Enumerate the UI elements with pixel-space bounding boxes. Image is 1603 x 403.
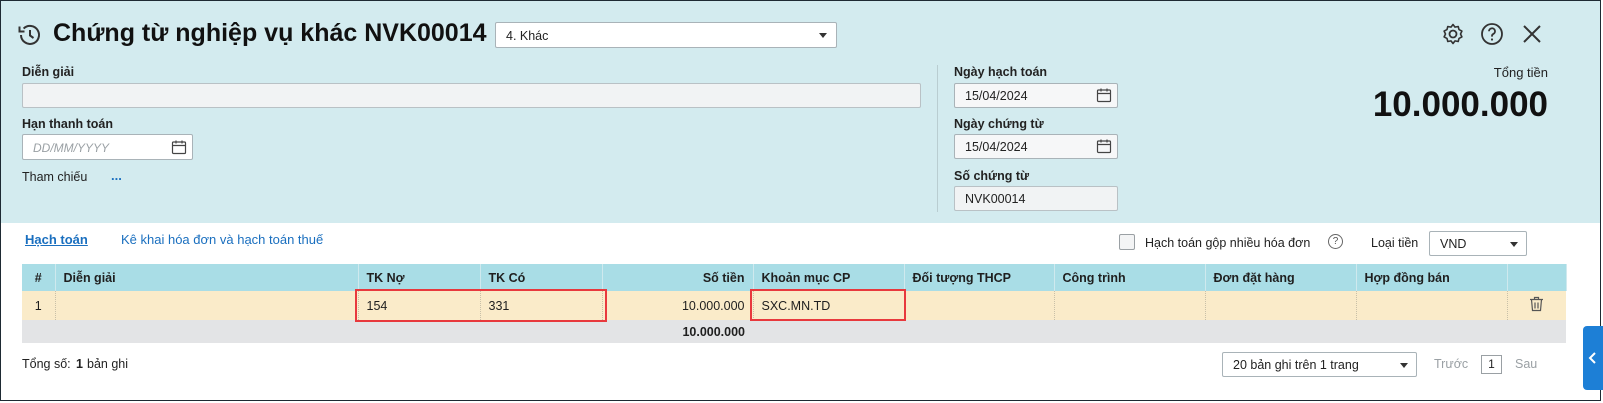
chevron-down-icon <box>1400 363 1408 368</box>
highlight-accounts <box>355 289 607 322</box>
total-records-suffix: bản ghi <box>87 357 129 371</box>
column-header: Diễn giải <box>55 264 359 291</box>
help-icon[interactable]: ? <box>1328 234 1343 249</box>
voucher-date-input[interactable]: 15/04/2024 <box>954 134 1118 159</box>
merge-invoices-checkbox[interactable] <box>1119 234 1135 250</box>
merge-invoices-label: Hạch toán gộp nhiều hóa đơn <box>1145 236 1311 250</box>
current-page[interactable]: 1 <box>1481 355 1502 374</box>
voucher-no-input[interactable]: NVK00014 <box>954 186 1118 211</box>
column-header: Hợp đồng bán <box>1356 264 1508 291</box>
voucher-type-select[interactable]: 4. Khác <box>495 22 837 48</box>
page-title: Chứng từ nghiệp vụ khác NVK00014 <box>53 19 487 47</box>
description-label: Diễn giải <box>22 65 75 79</box>
currency-label: Loại tiền <box>1371 236 1419 250</box>
posting-date-input[interactable]: 15/04/2024 <box>954 83 1118 108</box>
footer-total-amount: 10.000.000 <box>602 320 753 343</box>
column-header: Số tiền <box>602 264 754 291</box>
chevron-left-icon <box>1588 352 1598 367</box>
cell-order[interactable] <box>1205 291 1357 320</box>
trash-icon[interactable] <box>1529 296 1544 315</box>
voucher-no-label: Số chứng từ <box>954 169 1030 183</box>
column-header-actions <box>1507 264 1567 291</box>
column-header: Đơn đặt hàng <box>1205 264 1357 291</box>
cell-project[interactable] <box>1054 291 1206 320</box>
history-icon[interactable] <box>17 22 43 51</box>
column-header: Đối tượng THCP <box>904 264 1055 291</box>
table-footer-row: 10.000.000 <box>22 320 1566 343</box>
voucher-header: Chứng từ nghiệp vụ khác NVK00014 4. Khác… <box>1 1 1600 223</box>
chevron-down-icon <box>819 33 827 38</box>
column-header: # <box>22 264 56 291</box>
cell-description[interactable] <box>55 291 359 320</box>
column-header: Khoản mục CP <box>753 264 905 291</box>
cell-contract[interactable] <box>1356 291 1508 320</box>
due-date-input[interactable]: DD/MM/YYYY <box>22 134 193 160</box>
prev-page-button[interactable]: Trước <box>1434 357 1468 371</box>
column-header: TK Có <box>480 264 603 291</box>
calendar-icon[interactable] <box>1096 138 1112 157</box>
total-records-count: 1 <box>76 357 83 371</box>
total-records-prefix: Tổng số: <box>22 357 71 371</box>
collapse-side-panel-button[interactable] <box>1583 326 1603 390</box>
total-label: Tổng tiền <box>1493 65 1548 80</box>
delete-row-button[interactable] <box>1507 291 1566 320</box>
cell-amount[interactable]: 10.000.000 <box>602 291 754 320</box>
row-number: 1 <box>22 291 56 320</box>
close-icon[interactable] <box>1521 23 1543 48</box>
cell-cost-object[interactable] <box>904 291 1055 320</box>
due-date-placeholder: DD/MM/YYYY <box>33 141 110 155</box>
chevron-down-icon <box>1510 242 1518 247</box>
total-amount: 10.000.000 <box>1372 85 1548 124</box>
page-size-select[interactable]: 20 bản ghi trên 1 trang <box>1222 352 1417 377</box>
description-input[interactable] <box>22 83 921 108</box>
voucher-date-label: Ngày chứng từ <box>954 117 1044 131</box>
voucher-type-value: 4. Khác <box>506 29 549 43</box>
calendar-icon[interactable] <box>171 139 187 158</box>
gear-icon[interactable] <box>1441 22 1465 49</box>
table-header-row: # Diễn giải TK Nợ TK Có Số tiền Khoản mụ… <box>22 264 1567 291</box>
divider <box>937 65 938 212</box>
tab-accounting[interactable]: Hạch toán <box>25 232 88 247</box>
due-date-label: Hạn thanh toán <box>22 117 113 131</box>
column-header: TK Nợ <box>358 264 481 291</box>
calendar-icon[interactable] <box>1096 87 1112 106</box>
help-icon[interactable] <box>1480 22 1504 49</box>
posting-date-label: Ngày hạch toán <box>954 65 1048 79</box>
reference-label: Tham chiếu <box>22 170 88 184</box>
reference-more-button[interactable]: ... <box>111 168 122 183</box>
currency-select[interactable]: VND <box>1429 231 1527 256</box>
tab-invoice-tax[interactable]: Kê khai hóa đơn và hạch toán thuế <box>121 232 323 247</box>
column-header: Công trình <box>1054 264 1206 291</box>
highlight-cost-item <box>750 289 906 321</box>
next-page-button[interactable]: Sau <box>1515 357 1537 371</box>
